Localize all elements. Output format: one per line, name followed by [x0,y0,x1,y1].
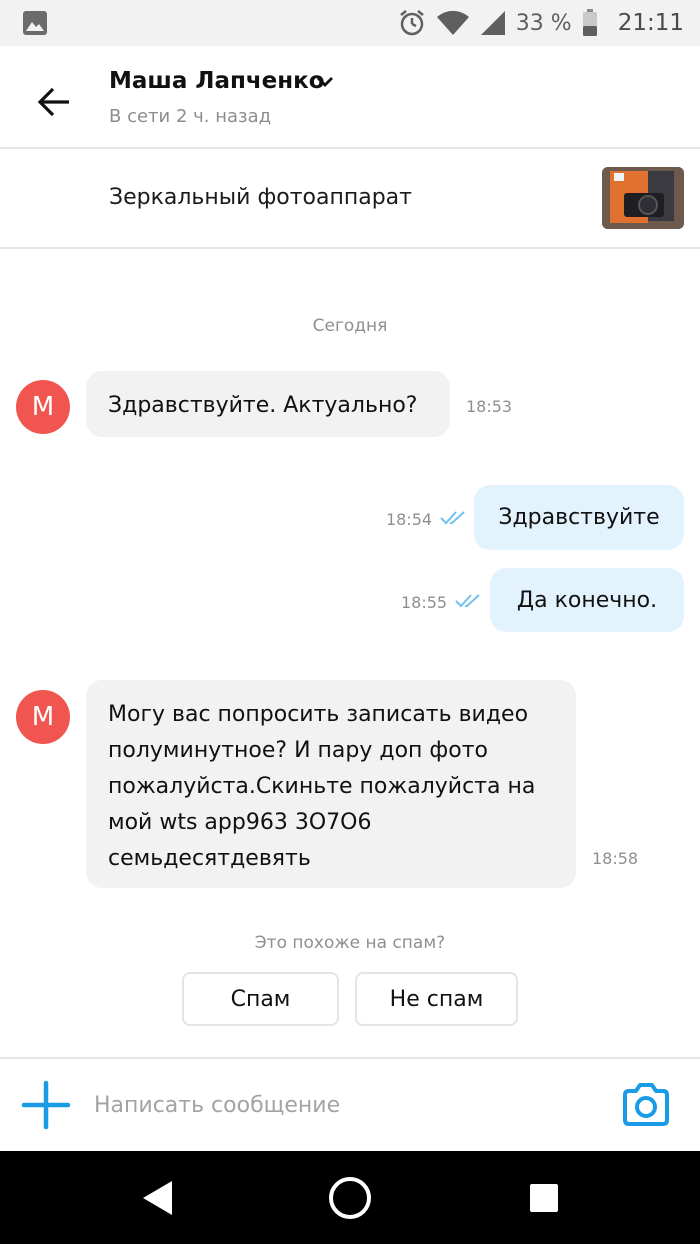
message-bubble-outgoing[interactable]: Здравствуйте [474,485,684,550]
message-text: Здравствуйте. Актуально? [108,393,418,418]
listing-title[interactable]: Зеркальный фотоаппарат [109,185,412,210]
message-line: полуминутное? И пару доп фото [108,738,488,763]
contact-name[interactable]: Маша Лапченко [109,68,325,94]
message-text: Здравствуйте [498,505,660,530]
listing-photo [602,167,684,229]
camera-button[interactable] [620,1079,672,1131]
back-arrow-icon [37,87,69,117]
message-bubble-incoming[interactable]: Здравствуйте. Актуально? [86,371,450,437]
avatar[interactable]: М [16,690,70,744]
message-input[interactable] [94,1085,574,1125]
chat-header: Маша Лапченко В сети 2 ч. назад [0,46,700,147]
message-text: Да конечно. [516,587,658,613]
read-ticks-icon [440,511,465,525]
status-bar: 33 % 21:11 [0,0,700,46]
nav-home-button[interactable] [325,1173,375,1223]
message-bubble-incoming[interactable]: Могу вас попросить записать видео полуми… [86,680,576,888]
message-line: мой wts app963 3О7О6 [108,810,372,835]
not-spam-button-label: Не спам [389,986,484,1012]
battery-icon [582,9,597,36]
message-time: 18:53 [466,397,513,416]
avatar-letter: М [31,702,55,732]
status-time: 21:11 [617,10,684,36]
message-time: 18:54 [386,510,433,529]
avatar-letter: М [31,392,55,422]
spam-button[interactable]: Спам [182,972,339,1026]
not-spam-button[interactable]: Не спам [355,972,518,1026]
gallery-icon [23,11,47,35]
nav-back-icon [143,1181,172,1215]
spam-button-label: Спам [230,986,291,1012]
divider [0,247,700,249]
nav-home-icon [329,1177,371,1219]
message-line: пожалуйста.Скиньте пожалуйста на [108,774,536,799]
wifi-icon [436,10,469,35]
listing-card[interactable]: Зеркальный фотоаппарат [0,149,700,247]
avatar[interactable]: М [16,380,70,434]
attach-button[interactable] [20,1079,72,1131]
battery-percent: 33 % [515,10,572,36]
message-composer [0,1059,700,1151]
nav-recents-button[interactable] [519,1173,569,1223]
plus-icon [21,1080,71,1130]
alarm-icon [400,10,424,36]
nav-back-button[interactable] [132,1173,182,1223]
system-nav-bar [0,1151,700,1244]
back-button[interactable] [26,74,82,130]
contact-status: В сети 2 ч. назад [109,106,272,127]
date-separator: Сегодня [312,316,388,336]
signal-icon [480,11,505,35]
message-bubble-outgoing[interactable]: Да конечно. [490,568,684,632]
message-line: Могу вас попросить записать видео [108,702,529,727]
message-time: 18:58 [592,849,639,868]
listing-thumbnail[interactable] [602,167,684,229]
message-line: семьдесятдевять [108,846,311,871]
camera-icon [623,1083,669,1126]
nav-recents-icon [530,1184,558,1212]
message-time: 18:55 [401,593,448,612]
spam-question: Это похоже на спам? [254,933,446,953]
chevron-down-icon[interactable] [316,76,334,88]
read-ticks-icon [455,594,480,608]
